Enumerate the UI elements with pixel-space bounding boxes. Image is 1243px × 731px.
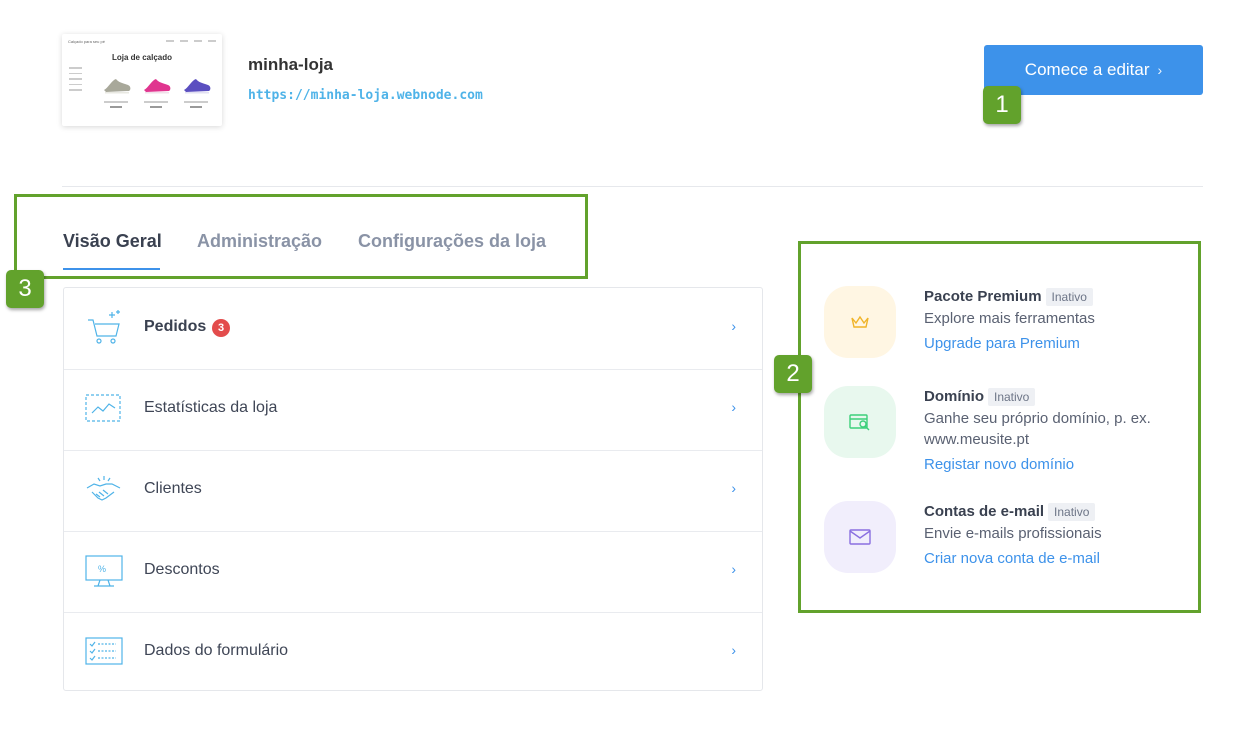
chevron-right-icon: › bbox=[731, 561, 736, 577]
menu-item-label: Clientes bbox=[144, 480, 202, 497]
menu-item-customers[interactable]: Clientes › bbox=[64, 450, 762, 532]
annotation-marker-3: 3 bbox=[6, 270, 44, 308]
menu-item-orders[interactable]: Pedidos 3 › bbox=[64, 288, 762, 370]
svg-text:%: % bbox=[98, 564, 106, 574]
menu-item-label: Pedidos bbox=[144, 318, 207, 335]
overview-menu: Pedidos 3 › Estatísticas da loja › Clien… bbox=[63, 287, 763, 691]
tabs-highlight-box bbox=[14, 194, 588, 279]
shoe-image bbox=[182, 74, 212, 108]
form-list-icon bbox=[84, 632, 124, 672]
site-thumbnail[interactable]: Calçado para seu pé Loja de calçado bbox=[62, 34, 222, 126]
menu-item-discounts[interactable]: % Descontos › bbox=[64, 531, 762, 613]
handshake-icon bbox=[84, 470, 124, 510]
cart-icon bbox=[84, 308, 124, 348]
chevron-right-icon: › bbox=[731, 399, 736, 415]
shoe-image bbox=[102, 74, 132, 108]
site-url-link[interactable]: https://minha-loja.webnode.com bbox=[248, 88, 483, 103]
annotation-marker-2: 2 bbox=[774, 355, 812, 393]
chevron-right-icon: › bbox=[731, 318, 736, 334]
orders-count-badge: 3 bbox=[212, 319, 230, 337]
thumbnail-nav bbox=[166, 39, 216, 42]
header-divider bbox=[62, 186, 1203, 187]
menu-item-label: Estatísticas da loja bbox=[144, 399, 278, 416]
chevron-right-icon: › bbox=[731, 480, 736, 496]
chart-icon bbox=[84, 389, 124, 429]
chevron-right-icon: › bbox=[731, 642, 736, 658]
thumbnail-brand: Calçado para seu pé bbox=[68, 39, 105, 44]
shoe-image bbox=[142, 74, 172, 108]
menu-item-store-statistics[interactable]: Estatísticas da loja › bbox=[64, 369, 762, 451]
menu-item-form-data[interactable]: Dados do formulário › bbox=[64, 612, 762, 693]
site-name: minha-loja bbox=[248, 55, 334, 74]
discount-monitor-icon: % bbox=[84, 551, 124, 591]
annotation-marker-1: 1 bbox=[983, 86, 1021, 124]
chevron-right-icon: › bbox=[1157, 62, 1163, 78]
start-editing-label: Comece a editar bbox=[1024, 60, 1150, 79]
menu-item-label: Dados do formulário bbox=[144, 642, 289, 659]
menu-item-label: Descontos bbox=[144, 561, 220, 578]
thumbnail-sidebar bbox=[69, 67, 82, 95]
services-highlight-box bbox=[798, 241, 1201, 613]
thumbnail-title: Loja de calçado bbox=[111, 53, 173, 62]
